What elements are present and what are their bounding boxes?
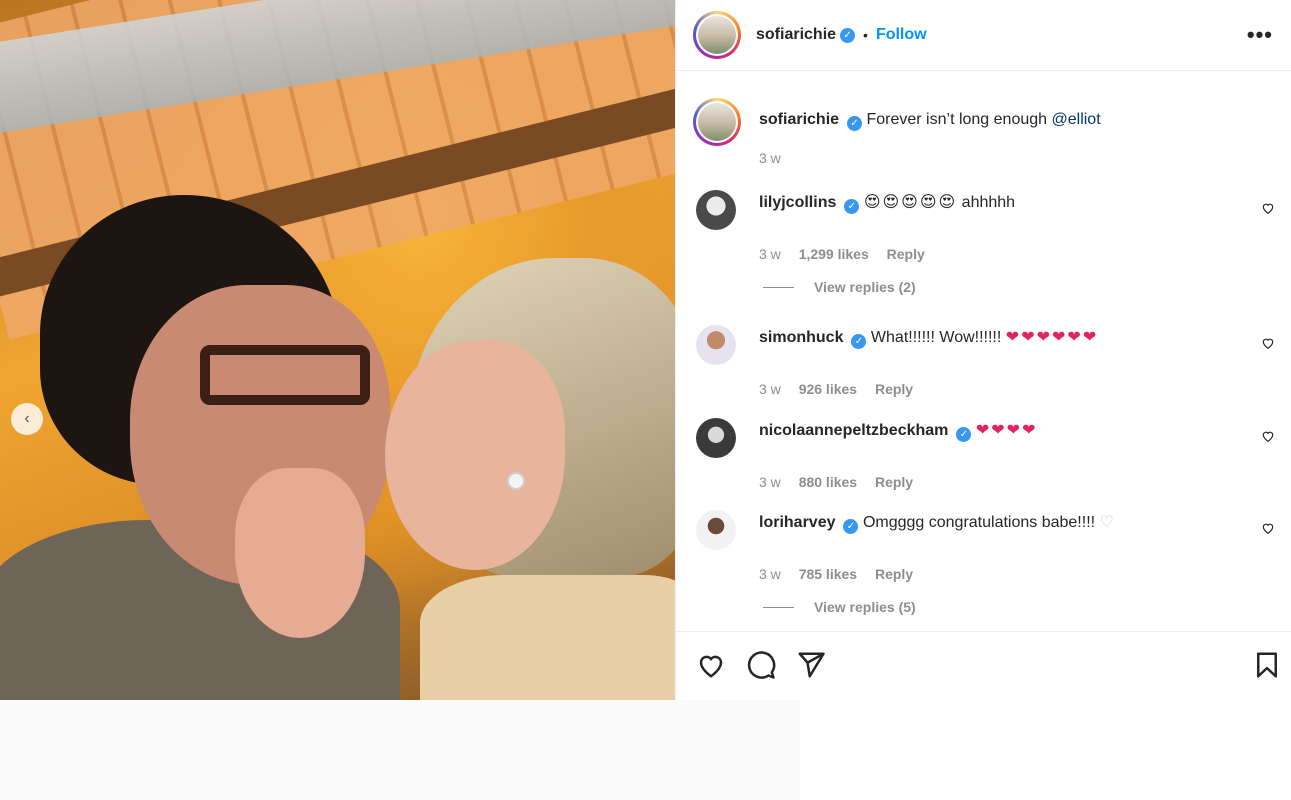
comment-username[interactable]: loriharvey [759,514,835,531]
comment-likes[interactable]: 785 likes [799,566,857,582]
post-photo[interactable] [0,0,675,700]
separator-dot: • [863,27,868,43]
photo-woman-body [420,575,675,700]
comment-item: nicolaannepeltzbeckham ✓ ❤❤❤❤ 3 w 880 lik… [693,418,1291,490]
photo-hand [235,468,365,638]
commenter-avatar[interactable] [696,418,736,458]
view-replies-button[interactable]: View replies (2) [763,279,916,295]
page-background [0,700,800,800]
comment-item: lilyjcollins ✓ 😍😍😍😍😍 ahhhhh 3 w 1,299 lik… [693,190,1291,262]
heart-icon[interactable] [1261,521,1275,535]
post-header: sofiarichie ✓ • Follow ••• [676,0,1291,71]
chevron-left-icon: ‹ [24,410,30,427]
comment-emoji: ❤❤❤❤❤❤ [1005,329,1099,346]
view-replies-label: View replies (5) [814,599,916,615]
caption-time[interactable]: 3 w [759,150,781,166]
verified-badge-icon: ✓ [840,27,856,43]
reply-button[interactable]: Reply [887,246,925,262]
bookmark-icon[interactable] [1252,650,1282,680]
commenter-avatar[interactable] [696,190,736,230]
verified-badge-icon: ✓ [956,427,972,442]
comment-item: simonhuck ✓ What!!!!!! Wow!!!!!! ❤❤❤❤❤❤ 3… [693,325,1291,397]
author-username[interactable]: sofiarichie [756,26,836,44]
comment-text: ahhhhh [961,194,1016,211]
share-icon[interactable] [796,650,826,680]
more-options-icon[interactable]: ••• [1247,22,1273,48]
comment-likes[interactable]: 1,299 likes [799,246,869,262]
commenter-avatar[interactable] [696,510,736,550]
comment-time[interactable]: 3 w [759,246,781,262]
post-side-panel: sofiarichie ✓ • Follow ••• sofiarichie ✓ … [675,0,1291,700]
comment-emoji: 😍😍😍😍😍 [863,194,958,211]
heart-icon[interactable] [1261,429,1275,443]
comment-likes[interactable]: 926 likes [799,381,857,397]
comment-time[interactable]: 3 w [759,381,781,397]
photo-woman-face [385,340,565,570]
heart-icon[interactable] [1261,336,1275,350]
comment-emoji: ♡ [1099,514,1114,531]
verified-badge-icon: ✓ [843,519,859,534]
caption-mention[interactable]: @elliot [1052,111,1101,128]
verified-badge-icon: ✓ [844,199,860,214]
carousel-prev-button[interactable]: ‹ [11,403,43,435]
caption-avatar[interactable] [693,98,741,146]
page-background-right [800,700,1291,800]
comment-username[interactable]: nicolaannepeltzbeckham [759,422,948,439]
comment-username[interactable]: simonhuck [759,329,843,346]
photo-earring [507,472,525,490]
comment-time[interactable]: 3 w [759,566,781,582]
reply-button[interactable]: Reply [875,381,913,397]
comment-emoji: ❤❤❤❤ [975,422,1038,439]
reply-button[interactable]: Reply [875,474,913,490]
heart-icon[interactable] [696,650,726,680]
comment-text: Omgggg congratulations babe!!!! [862,514,1096,531]
caption: sofiarichie ✓ Forever isn’t long enough @… [693,98,1291,166]
caption-username[interactable]: sofiarichie [759,111,839,128]
caption-text: Forever isn’t long enough [866,111,1048,128]
reply-button[interactable]: Reply [875,566,913,582]
follow-button[interactable]: Follow [876,26,927,44]
comments-list: sofiarichie ✓ Forever isn’t long enough @… [676,71,1291,631]
commenter-avatar[interactable] [696,325,736,365]
verified-badge-icon: ✓ [851,334,867,349]
heart-icon[interactable] [1261,201,1275,215]
comment-time[interactable]: 3 w [759,474,781,490]
comment-text: What!!!!!! Wow!!!!!! [870,329,1002,346]
comment-username[interactable]: lilyjcollins [759,194,836,211]
comment-icon[interactable] [746,650,776,680]
author-avatar[interactable] [693,11,741,59]
verified-badge-icon: ✓ [847,116,863,131]
comment-item: loriharvey ✓ Omgggg congratulations babe!… [693,510,1291,582]
view-replies-button[interactable]: View replies (5) [763,599,916,615]
comment-likes[interactable]: 880 likes [799,474,857,490]
photo-glasses [200,345,370,405]
view-replies-label: View replies (2) [814,279,916,295]
post-actions-bar [676,631,1291,700]
